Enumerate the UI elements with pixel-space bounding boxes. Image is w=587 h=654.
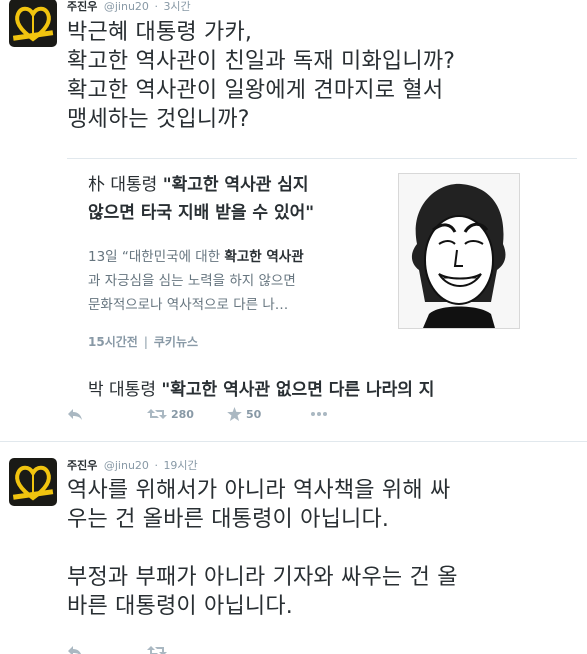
tweet-actions-partial <box>67 642 367 654</box>
card-thumbnail[interactable] <box>398 173 520 329</box>
retweet-button[interactable]: 280 <box>147 407 194 421</box>
tweet-line: 맹세하는 것입니까? <box>67 107 250 132</box>
caricature-image <box>399 174 519 328</box>
star-icon <box>227 407 242 421</box>
avatar[interactable] <box>9 458 57 506</box>
tweet-line: 부정과 부패가 아니라 기자와 싸우는 건 올 <box>67 565 458 590</box>
retweet-count: 280 <box>171 407 194 421</box>
tweet-time[interactable]: 19시간 <box>163 459 197 472</box>
reply-button[interactable] <box>67 407 83 421</box>
favorite-count: 50 <box>246 407 262 421</box>
card-source[interactable]: 쿠키뉴스 <box>154 335 198 349</box>
retweet-icon[interactable] <box>147 644 167 654</box>
tweet-line: 박근혜 대통령 가카, <box>67 20 253 45</box>
card-time: 15시간전 <box>88 335 138 349</box>
card-meta: 15시간전 | 쿠키뉴스 <box>88 335 199 349</box>
yellow-ribbon-heart-icon <box>12 465 54 501</box>
user-handle[interactable]: @jinu20 <box>104 459 149 472</box>
user-name[interactable]: 주진우 <box>67 459 97 472</box>
tweet-2: 주진우 @jinu20 · 19시간 역사를 위해서가 아니라 역사책을 위해 … <box>0 441 587 654</box>
tweet-line: 역사를 위해서가 아니라 역사책을 위해 싸 <box>67 478 451 503</box>
tweet-header: 주진우 @jinu20 · 19시간 <box>67 459 198 472</box>
more-icon <box>311 412 327 416</box>
more-button[interactable] <box>310 407 328 421</box>
tweet-text: 박근혜 대통령 가카, 확고한 역사관이 친일과 독재 미화입니까? 확고한 역… <box>67 18 577 134</box>
yellow-ribbon-heart-icon <box>12 6 54 42</box>
card-description: 13일 “대한민국에 대한 확고한 역사관 과 자긍심을 심는 노력을 하지 않… <box>88 249 304 313</box>
tweet-line: 확고한 역사관이 친일과 독재 미화입니까? <box>67 49 456 74</box>
tweet-actions: 280 50 <box>67 407 577 431</box>
tweet-text: 역사를 위해서가 아니라 역사책을 위해 싸 우는 건 올바른 대통령이 아닙니… <box>67 476 577 621</box>
tweet-header: 주진우 @jinu20 · 3시간 <box>67 0 191 13</box>
news-card[interactable]: 朴 대통령 "확고한 역사관 심지 않으면 타국 지배 받을 수 있어" 13일… <box>67 158 577 407</box>
reply-icon[interactable] <box>67 644 83 654</box>
tweet-line: 우는 건 올바른 대통령이 아닙니다. <box>67 507 390 532</box>
card-title[interactable]: 朴 대통령 "확고한 역사관 심지 않으면 타국 지배 받을 수 있어" <box>88 171 388 227</box>
user-name[interactable]: 주진우 <box>67 0 97 13</box>
card-next-item[interactable]: 박 대통령 "확고한 역사관 없으면 다른 나라의 지 <box>88 376 434 404</box>
tweet-time[interactable]: 3시간 <box>163 0 190 13</box>
reply-icon <box>68 409 82 420</box>
retweet-icon <box>147 409 167 419</box>
tweet-line: 바른 대통령이 아닙니다. <box>67 594 293 619</box>
tweet-line: 확고한 역사관이 일왕에게 견마지로 혈서 <box>67 78 444 103</box>
tweet-1: 주진우 @jinu20 · 3시간 박근혜 대통령 가카, 확고한 역사관이 친… <box>0 0 587 440</box>
user-handle[interactable]: @jinu20 <box>104 0 149 13</box>
avatar[interactable] <box>9 0 57 47</box>
favorite-button[interactable]: 50 <box>227 407 261 421</box>
